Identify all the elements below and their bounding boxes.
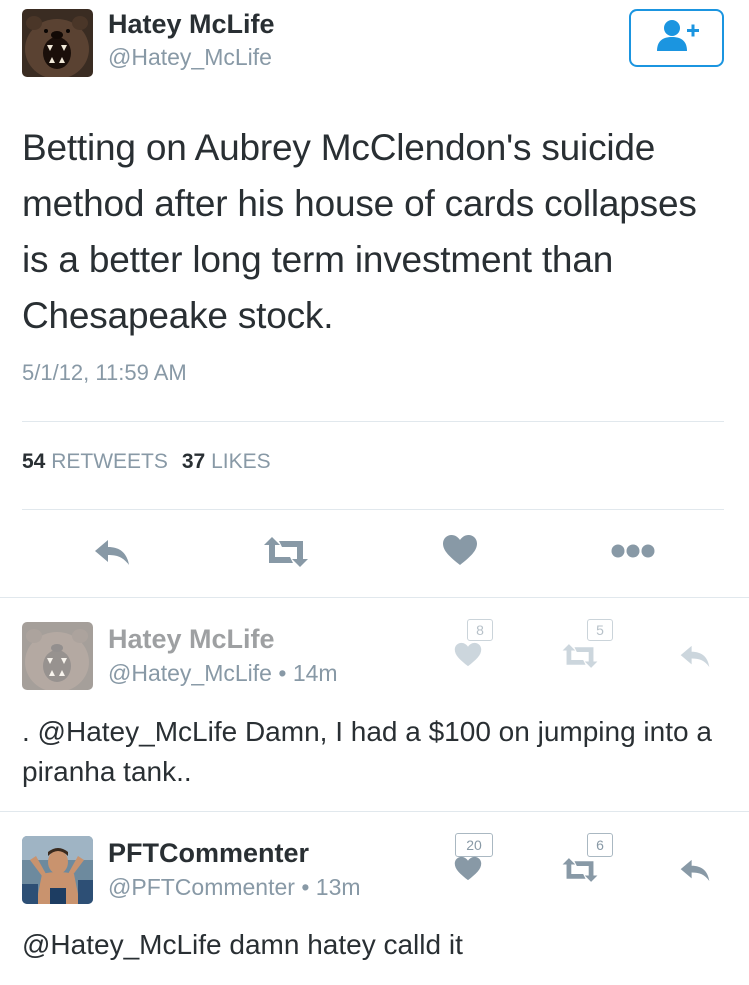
retweet-count-badge: 5 bbox=[587, 619, 613, 641]
avatar[interactable] bbox=[22, 836, 93, 904]
reply-author-meta: @PFTCommenter • 13m bbox=[108, 874, 361, 901]
reply-retweet-button[interactable] bbox=[558, 857, 602, 887]
like-count-badge: 8 bbox=[467, 619, 493, 641]
follow-button[interactable] bbox=[629, 9, 724, 67]
author-handle[interactable]: @Hatey_McLife bbox=[108, 44, 272, 71]
reply-author-name[interactable]: PFTCommenter bbox=[108, 838, 309, 869]
reply-reply-button[interactable] bbox=[676, 644, 714, 672]
retweet-count-badge: 6 bbox=[587, 833, 613, 857]
reply-icon bbox=[93, 538, 131, 571]
like-count: 8 bbox=[476, 622, 484, 638]
reply-author-handle[interactable]: @Hatey_McLife bbox=[108, 660, 272, 686]
reply-icon bbox=[679, 644, 711, 673]
retweets-label: RETWEETS bbox=[51, 450, 168, 473]
reply-author-handle[interactable]: @PFTCommenter bbox=[108, 874, 295, 900]
tweet-timestamp[interactable]: 5/1/12, 11:59 AM bbox=[22, 360, 187, 386]
reply-reply-button[interactable] bbox=[676, 858, 714, 886]
avatar[interactable] bbox=[22, 9, 93, 77]
reply-tweet[interactable]: Hatey McLife @Hatey_McLife • 14m 8 5 . @… bbox=[0, 598, 749, 811]
like-count-badge: 20 bbox=[455, 833, 493, 857]
avatar[interactable] bbox=[22, 622, 93, 690]
tweet-text: Betting on Aubrey McClendon's suicide me… bbox=[22, 127, 697, 336]
reply-like-button[interactable] bbox=[451, 856, 485, 886]
reply-time[interactable]: 14m bbox=[293, 660, 338, 686]
retweet-count: 5 bbox=[596, 622, 604, 638]
retweet-icon bbox=[561, 857, 599, 887]
reply-time[interactable]: 13m bbox=[316, 874, 361, 900]
like-button[interactable] bbox=[438, 532, 482, 572]
retweet-icon bbox=[561, 643, 599, 673]
more-icon bbox=[611, 544, 655, 563]
divider bbox=[22, 509, 724, 510]
tweet-stats: 54 RETWEETS 37 LIKES bbox=[22, 450, 271, 474]
likes-stat[interactable]: 37 LIKES bbox=[182, 450, 271, 473]
retweet-icon bbox=[262, 536, 310, 572]
author-name[interactable]: Hatey McLife bbox=[108, 9, 275, 40]
retweets-count: 54 bbox=[22, 450, 46, 473]
follow-icon bbox=[653, 19, 701, 58]
reply-like-button[interactable] bbox=[451, 642, 485, 672]
retweets-stat[interactable]: 54 RETWEETS bbox=[22, 450, 168, 473]
like-icon bbox=[454, 856, 482, 886]
like-icon bbox=[454, 642, 482, 672]
likes-count: 37 bbox=[181, 450, 206, 473]
retweet-button[interactable] bbox=[260, 534, 312, 574]
retweet-count: 6 bbox=[596, 837, 604, 853]
reply-tweet[interactable]: PFTCommenter @PFTCommenter • 13m 20 6 @H… bbox=[0, 812, 749, 985]
reply-text: . @Hatey_McLife Damn, I had a $100 on ju… bbox=[22, 716, 712, 787]
reply-icon bbox=[679, 858, 711, 887]
divider bbox=[22, 421, 724, 422]
reply-retweet-button[interactable] bbox=[558, 643, 602, 673]
like-icon bbox=[442, 534, 478, 571]
reply-author-meta: @Hatey_McLife • 14m bbox=[108, 660, 338, 687]
separator-dot: • bbox=[301, 874, 310, 900]
separator-dot: • bbox=[278, 660, 287, 686]
like-count: 20 bbox=[466, 837, 482, 853]
reply-text: @Hatey_McLife damn hatey calld it bbox=[22, 929, 463, 960]
reply-button[interactable] bbox=[88, 534, 136, 574]
more-button[interactable] bbox=[608, 538, 658, 568]
likes-label: LIKES bbox=[211, 450, 271, 473]
tweet-header: Hatey McLife @Hatey_McLife bbox=[0, 0, 749, 90]
reply-author-name[interactable]: Hatey McLife bbox=[108, 624, 275, 655]
